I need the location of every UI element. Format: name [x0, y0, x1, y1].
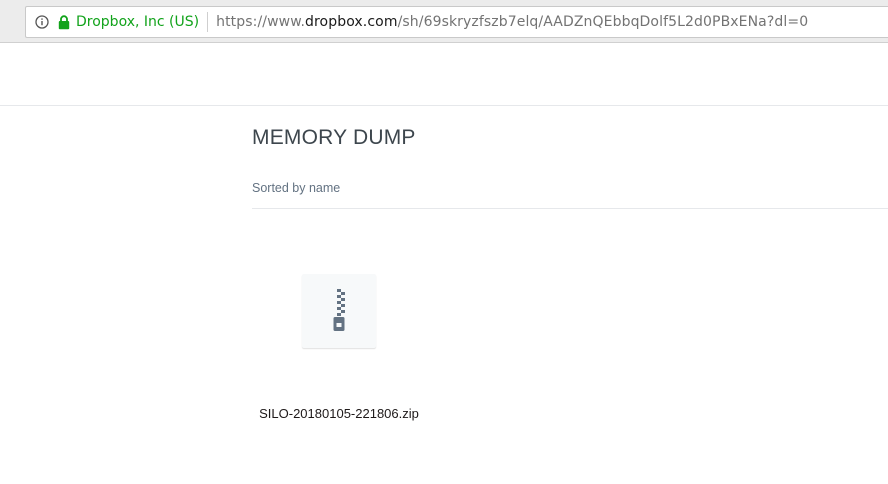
- url-domain: dropbox.com: [305, 14, 398, 30]
- file-tile[interactable]: SILO-20180105-221806.zip: [255, 262, 423, 432]
- page-header: [0, 43, 888, 106]
- zip-file-icon: [333, 289, 345, 331]
- file-thumbnail[interactable]: [302, 274, 376, 348]
- file-name[interactable]: SILO-20180105-221806.zip: [255, 406, 423, 421]
- address-divider: [207, 12, 209, 32]
- address-bar[interactable]: Dropbox, Inc (US) https://www.dropbox.co…: [25, 6, 888, 38]
- sort-label[interactable]: Sorted by name: [252, 181, 340, 195]
- folder-title: MEMORY DUMP: [252, 126, 416, 149]
- url-prefix: https://www.: [216, 14, 306, 30]
- url-text[interactable]: https://www.dropbox.com/sh/69skryzfszb7e…: [216, 14, 808, 30]
- browser-toolbar: Dropbox, Inc (US) https://www.dropbox.co…: [0, 0, 888, 43]
- lock-icon[interactable]: [56, 13, 72, 31]
- info-icon[interactable]: [32, 12, 52, 32]
- sort-divider: [252, 208, 888, 209]
- url-path: /sh/69skryzfszb7elq/AADZnQEbbqDolf5L2d0P…: [397, 14, 809, 30]
- site-identity-label[interactable]: Dropbox, Inc (US): [76, 14, 199, 30]
